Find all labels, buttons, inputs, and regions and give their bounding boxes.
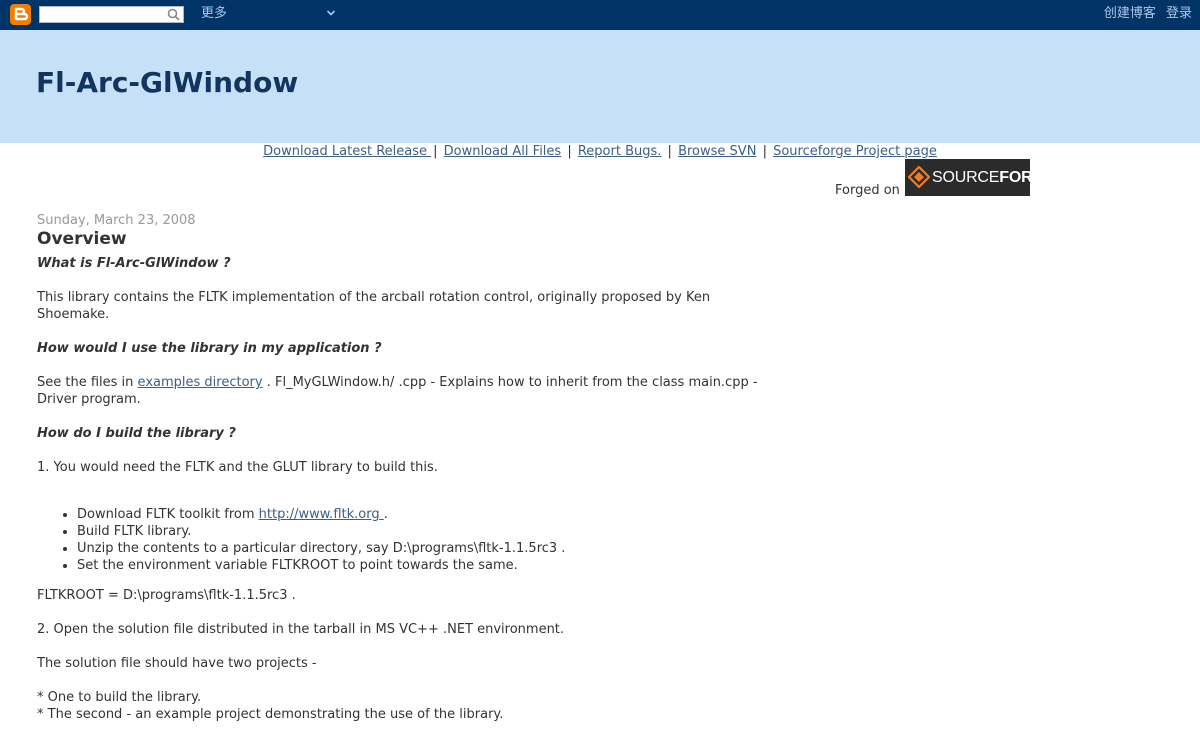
link-separator: | [433,144,438,159]
sourceforge-logo[interactable]: SOURCEFORGE [905,159,1055,196]
link-separator: | [567,144,572,159]
download-all-files-link[interactable]: Download All Files [444,144,562,159]
list-item: Download FLTK toolkit from http://www.fl… [77,506,777,523]
chevron-down-icon[interactable] [326,8,336,18]
list-item: Unzip the contents to a particular direc… [77,540,777,557]
search-input[interactable] [42,7,162,22]
question-how-build: How do I build the library ? [37,426,236,441]
step-2: 2. Open the solution file distributed in… [37,622,565,637]
answer-how-use: See the files in examples directory . Fl… [37,375,758,407]
navbar-right: 创建博客 登录 [1098,6,1192,22]
post-date: Sunday, March 23, 2008 [37,213,196,228]
forged-on-label: Forged on [835,183,900,198]
more-menu[interactable]: 更多 [201,6,227,22]
project-1: * One to build the library. [37,690,202,705]
question-what-is: What is Fl-Arc-GlWindow ? [37,256,231,271]
fltkroot-line: FLTKROOT = D:\programs\fltk-1.1.5rc3 . [37,588,296,603]
blogger-navbar: 更多 创建博客 登录 [0,0,1200,30]
list-item: Build FLTK library. [77,523,777,540]
link-separator: | [667,144,672,159]
post-title[interactable]: Overview [37,229,777,249]
solution-note: The solution file should have two projec… [37,656,317,671]
report-bugs-link[interactable]: Report Bugs. [578,144,662,159]
sourceforge-project-page-link[interactable]: Sourceforge Project page [773,144,937,159]
blog-post: Sunday, March 23, 2008 Overview What is … [37,212,777,723]
project-2: * The second - an example project demons… [37,707,504,722]
search-box [39,6,184,23]
build-steps-list: Download FLTK toolkit from http://www.fl… [37,506,777,574]
blogger-logo-icon[interactable] [10,4,31,25]
blog-title[interactable]: Fl-Arc-GlWindow [36,66,298,100]
step-1: 1. You would need the FLTK and the GLUT … [37,460,438,475]
create-blog-link[interactable]: 创建博客 [1104,6,1156,21]
fltk-website-link[interactable]: http://www.fltk.org [259,507,384,522]
browse-svn-link[interactable]: Browse SVN [678,144,756,159]
sourceforge-logo-text: SOURCEFORGE [932,169,1056,186]
question-how-use: How would I use the library in my applic… [37,341,382,356]
examples-directory-link[interactable]: examples directory [138,375,263,390]
login-link[interactable]: 登录 [1166,6,1192,21]
search-icon[interactable] [167,8,180,21]
list-item: Set the environment variable FLTKROOT to… [77,557,777,574]
blog-header: Fl-Arc-GlWindow [0,30,1200,143]
answer-what-is: This library contains the FLTK implement… [37,290,711,322]
link-separator: | [762,144,767,159]
sourceforge-diamond-icon [908,166,930,188]
download-latest-release-link[interactable]: Download Latest Release [263,144,431,159]
